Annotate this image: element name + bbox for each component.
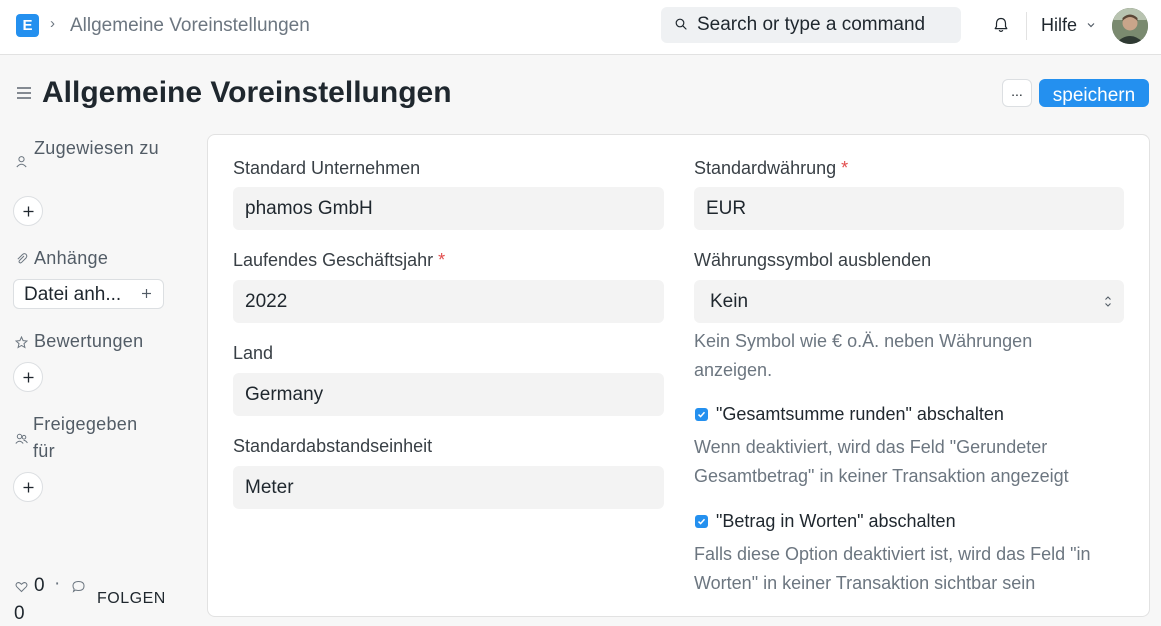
fiscal-year-label: Laufendes Geschäftsjahr * [233,250,446,270]
comment-icon[interactable] [72,580,85,593]
rounded-total-label[interactable]: "Gesamtsumme runden" abschalten [716,404,1004,425]
required-mark: * [438,250,446,270]
separator-dot: · [54,573,61,594]
likes-count: 0 [34,575,45,596]
assigned-to-label: Zugewiesen zu [34,138,159,158]
company-label: Standard Unternehmen [233,158,421,178]
in-words-label[interactable]: "Betrag in Worten" abschalten [716,511,956,532]
bell-icon[interactable] [992,16,1010,34]
plus-icon [23,206,34,217]
hide-currency-symbol-label: Währungssymbol ausblenden [694,250,932,270]
add-rating-button[interactable] [13,362,43,392]
save-button[interactable]: speichern [1039,79,1149,107]
attachments-label: Anhänge [34,248,109,268]
attach-file-label: Datei anh... [24,284,122,305]
rounded-total-description: Wenn deaktiviert, wird das Feld "Gerunde… [694,437,1069,486]
breadcrumb[interactable]: Allgemeine Voreinstellungen [70,15,310,37]
follow-button[interactable]: FOLGEN [97,590,166,608]
shared-with-label: Freigegeben für [33,414,138,461]
more-actions-button[interactable]: ... [1002,79,1032,107]
in-words-description: Falls diese Option deaktiviert ist, wird… [694,544,1091,593]
hamburger-icon[interactable] [16,86,32,100]
currency-field[interactable]: EUR [694,187,1124,230]
paperclip-icon [17,253,28,264]
app-logo[interactable]: E [16,14,39,37]
nav-divider [1026,12,1027,40]
search-icon [675,18,687,30]
settings-form-card: Standard Unternehmen phamos GmbH Laufend… [207,134,1150,617]
required-mark: * [841,158,849,178]
user-icon [16,156,27,168]
currency-label: Standardwährung * [694,158,849,178]
comments-count: 0 [14,603,25,624]
country-field[interactable]: Germany [233,373,664,416]
fiscal-year-field[interactable]: 2022 [233,280,664,323]
chevron-down-icon[interactable] [1086,20,1096,30]
plus-icon [23,372,34,383]
distance-unit-label: Standardabstandseinheit [233,436,433,456]
ratings-label: Bewertungen [34,331,144,351]
share-users-icon [15,433,28,444]
page-title: Allgemeine Voreinstellungen [42,76,452,109]
select-arrows-icon [1105,296,1111,307]
attach-file-button[interactable]: Datei anh... [13,279,164,309]
chevron-right-icon: › [50,15,55,32]
star-icon [15,336,28,349]
hide-currency-symbol-description: Kein Symbol wie € o.Ä. neben Währungen a… [694,331,1033,380]
company-field[interactable]: phamos GmbH [233,187,664,230]
checkmark-icon [697,518,706,525]
search-input[interactable]: Search or type a command [661,7,961,43]
search-placeholder: Search or type a command [697,14,926,35]
avatar[interactable] [1112,8,1148,44]
plus-icon [23,482,34,493]
checkmark-icon [697,411,706,418]
help-menu[interactable]: Hilfe [1041,15,1077,36]
distance-unit-field[interactable]: Meter [233,466,664,509]
heart-icon[interactable] [15,580,28,593]
rounded-total-checkbox[interactable] [695,408,708,421]
hide-currency-symbol-value: Kein [710,291,749,312]
country-label: Land [233,343,274,363]
plus-icon [142,289,151,298]
navbar: E › Allgemeine Voreinstellungen Search o… [0,0,1161,55]
add-assignee-button[interactable] [13,196,43,226]
in-words-checkbox[interactable] [695,515,708,528]
hide-currency-symbol-select[interactable]: Kein [694,280,1124,323]
add-share-button[interactable] [13,472,43,502]
